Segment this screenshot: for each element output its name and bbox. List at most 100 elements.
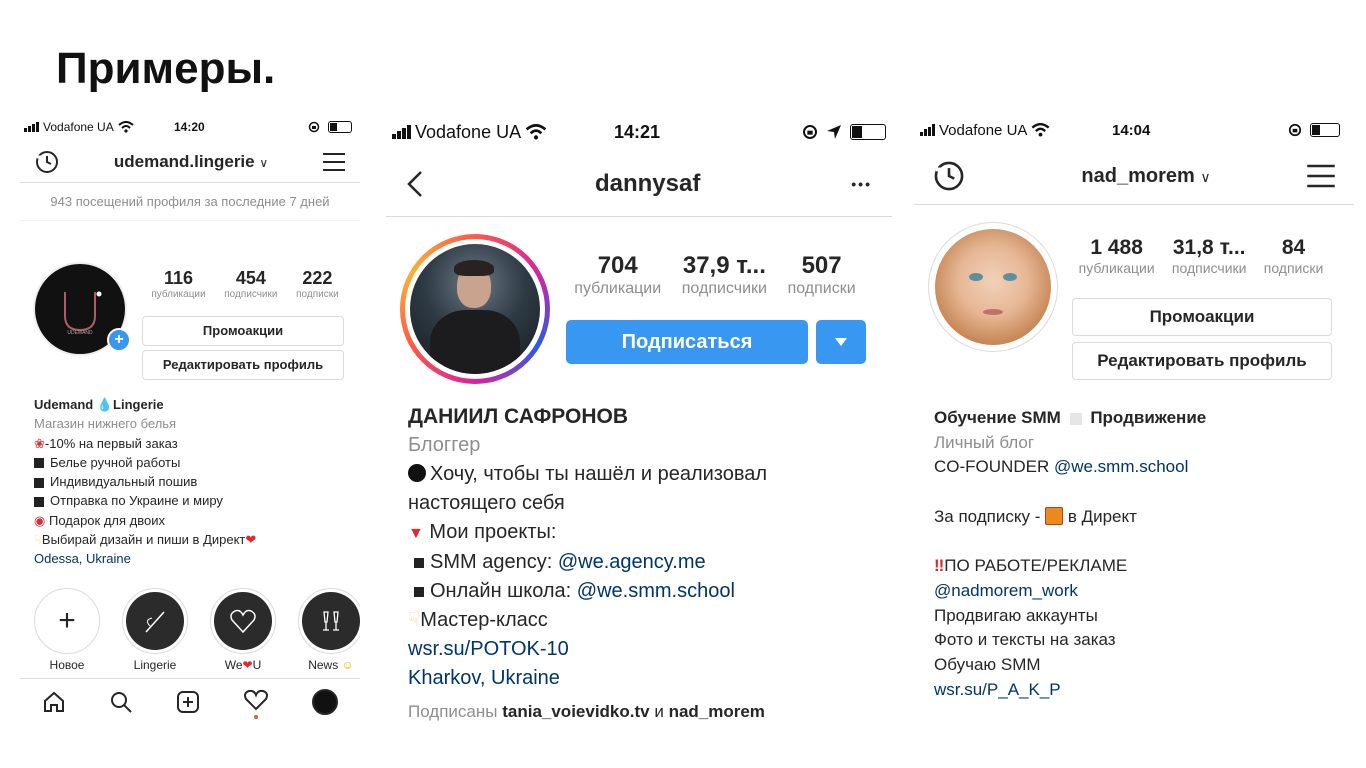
profile-location[interactable]: Odessa, Ukraine — [34, 549, 256, 568]
archive-icon[interactable] — [932, 159, 966, 193]
avatar[interactable] — [400, 234, 550, 384]
work-account-link[interactable]: @nadmorem_work — [934, 579, 1206, 604]
profile-name: Обучение SMM — [934, 408, 1061, 427]
promotions-button[interactable]: Промоакции — [1072, 298, 1332, 336]
pointing-down-icon: ☟ — [34, 532, 42, 548]
profile-location[interactable]: Kharkov, Ukraine — [408, 664, 767, 693]
profile-insights[interactable]: 943 посещений профиля за последние 7 дне… — [20, 183, 360, 221]
bio-line: Выбирай дизайн и пиши в Директ — [41, 532, 246, 548]
follow-button[interactable]: Подписаться — [566, 320, 808, 364]
rotation-lock-icon — [803, 125, 817, 139]
bio-line: Белье ручной работы — [50, 454, 181, 470]
stat-posts[interactable]: 1 488 публикации — [1079, 236, 1155, 276]
profile-username[interactable]: udemand.lingerie — [114, 152, 255, 171]
profile-category: Блоггер — [408, 434, 481, 456]
highlight-label: News — [308, 658, 339, 672]
heart-outline-icon — [244, 689, 269, 710]
search-icon[interactable] — [109, 690, 133, 714]
heart-icon: ❤ — [245, 532, 257, 548]
stat-followers[interactable]: 37,9 т... подписчики — [682, 252, 767, 298]
stat-followers[interactable]: 31,8 т... подписчики — [1172, 236, 1247, 276]
black-square-icon — [34, 458, 44, 469]
profile-illustration — [935, 229, 1051, 345]
menu-icon[interactable] — [1306, 163, 1336, 189]
stat-posts[interactable]: 704 публикации — [574, 252, 661, 298]
chevron-down-icon[interactable]: ∨ — [1200, 169, 1210, 185]
black-circle-icon — [408, 464, 426, 482]
stat-followers[interactable]: 454 подписчики — [224, 268, 277, 300]
profile-url[interactable]: wsr.su/P_A_K_P — [934, 678, 1206, 703]
notification-dot — [254, 714, 259, 719]
followed-by[interactable]: Подписаны tania_voievidko.tv и nad_morem — [408, 697, 767, 726]
add-story-icon[interactable]: + — [107, 328, 131, 352]
black-square-icon — [34, 477, 44, 488]
highlight-we-love-u[interactable]: We❤U — [208, 588, 278, 672]
back-icon[interactable] — [406, 169, 424, 199]
profile-header: udemand.lingerie ∨ — [20, 142, 360, 183]
black-square-icon — [414, 586, 424, 597]
carrier: Vodafone UA — [43, 120, 114, 134]
bio-line: Хочу, чтобы ты нашёл и реализовал — [430, 463, 768, 485]
menu-icon[interactable] — [322, 152, 346, 172]
bio-line: За подписку - — [934, 506, 1046, 526]
promotions-button[interactable]: Промоакции — [142, 316, 344, 346]
stat-posts[interactable]: 116 публикации — [151, 268, 205, 300]
bio-line: настоящего себя — [408, 492, 565, 514]
agency-link[interactable]: @we.agency.me — [558, 551, 706, 573]
black-square-icon — [34, 497, 44, 508]
home-icon[interactable] — [42, 690, 66, 714]
profile-username[interactable]: nad_morem — [1081, 165, 1194, 187]
bio-line: SMM agency: — [430, 551, 558, 573]
plus-icon: + — [34, 588, 100, 654]
gift-icon — [1045, 506, 1064, 525]
wifi-icon — [118, 121, 134, 133]
activity-tab[interactable] — [243, 688, 269, 719]
chevron-down-icon[interactable]: ∨ — [259, 156, 268, 170]
highlight-news[interactable]: News ☺ — [296, 588, 360, 672]
insights-text: 943 посещений профиля за последние 7 дне… — [50, 194, 330, 209]
profile-header: dannysaf ••• — [386, 152, 892, 217]
highlight-new[interactable]: + Новое — [32, 588, 102, 672]
school-link[interactable]: @we.smm.school — [1054, 457, 1188, 476]
battery-icon — [1310, 123, 1340, 137]
avatar[interactable] — [928, 222, 1058, 352]
bio-line: Фото и тексты на заказ — [934, 630, 1116, 650]
profile-photo — [410, 244, 540, 374]
double-exclamation-icon: ‼ — [934, 556, 945, 576]
bio-line: Отправка по Украине и миру — [50, 493, 223, 509]
suggested-dropdown-button[interactable] — [816, 320, 866, 364]
heart-icon: ❤ — [242, 658, 253, 672]
profile-bio: ДАНИИЛ САФРОНОВ Блоггер Хочу, чтобы ты н… — [408, 402, 767, 726]
avatar[interactable]: UDEMAND + — [33, 262, 131, 356]
bottom-nav — [20, 678, 360, 724]
profile-header: nad_morem ∨ — [914, 148, 1354, 205]
new-post-icon[interactable] — [176, 690, 200, 714]
droplet-icon: 💧 — [96, 397, 114, 412]
edit-profile-button[interactable]: Редактировать профиль — [142, 350, 344, 380]
school-link[interactable]: @we.smm.school — [577, 580, 735, 602]
stat-following[interactable]: 507 подписки — [788, 252, 856, 298]
stat-following[interactable]: 84 подписки — [1264, 236, 1324, 276]
profile-tab-avatar[interactable] — [312, 689, 339, 715]
bio-line: Мои проекты: — [429, 521, 557, 543]
highlight-lingerie[interactable]: Lingerie — [120, 588, 190, 672]
bio-line: в Директ — [1063, 506, 1137, 526]
wifi-icon — [525, 124, 547, 140]
profile-category: Магазин нижнего белья — [34, 416, 177, 432]
status-time: 14:04 — [1112, 121, 1151, 139]
lips-icon: ◉ — [34, 512, 46, 528]
signal-icon — [920, 124, 935, 136]
champagne-icon — [323, 611, 339, 631]
rose-icon: ❀ — [34, 435, 45, 451]
white-square-icon — [1069, 412, 1082, 425]
edit-profile-button[interactable]: Редактировать профиль — [1072, 342, 1332, 380]
stat-following[interactable]: 222 подписки — [296, 268, 339, 300]
archive-icon[interactable] — [34, 149, 60, 175]
profile-url[interactable]: wsr.su/POTOK-10 — [408, 635, 767, 664]
highlight-label: We — [224, 658, 243, 672]
rotation-lock-icon — [308, 121, 320, 133]
more-options-icon[interactable]: ••• — [851, 176, 872, 192]
status-time: 14:21 — [614, 121, 661, 142]
status-time: 14:20 — [174, 120, 205, 134]
highlight-label: U — [252, 658, 262, 672]
